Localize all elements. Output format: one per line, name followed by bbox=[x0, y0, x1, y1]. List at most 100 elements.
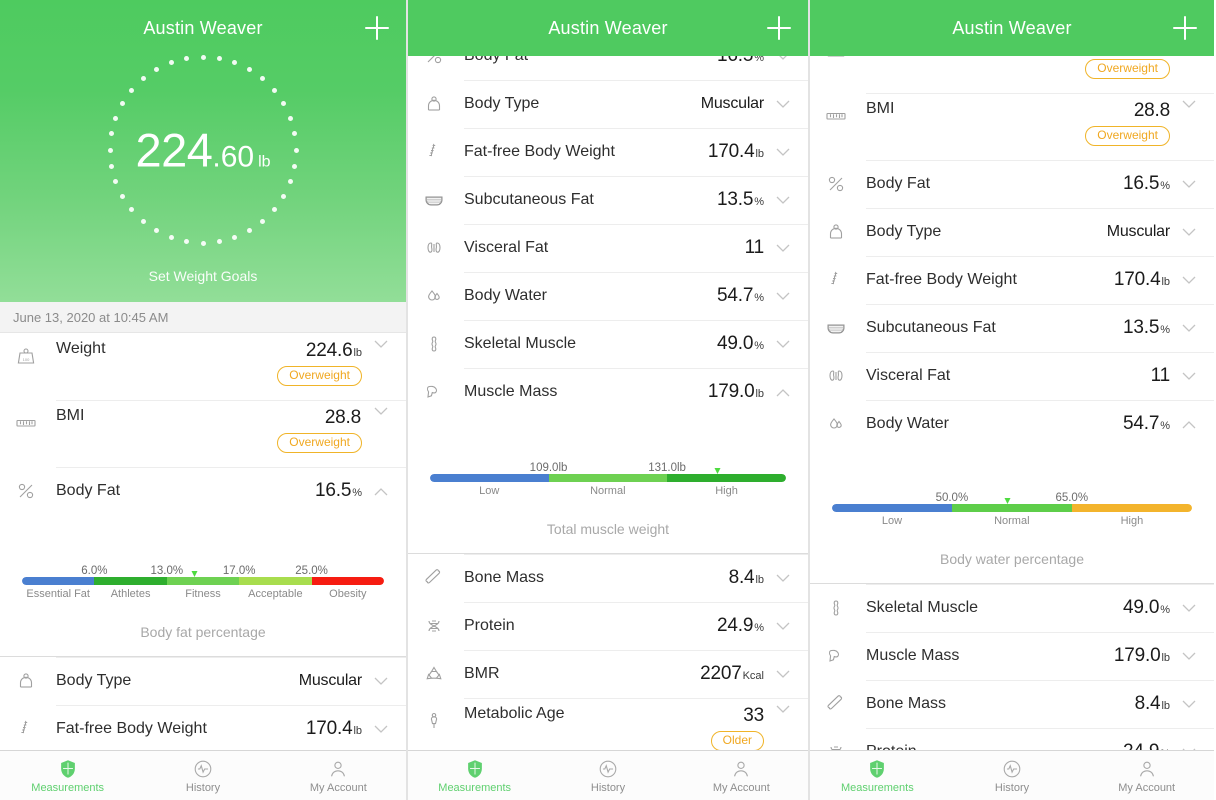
row-label: Bone Mass bbox=[464, 569, 545, 586]
chart-caption: Total muscle weight bbox=[546, 521, 670, 537]
row-right: Muscular bbox=[1107, 223, 1171, 241]
row-visceral-fat[interactable]: Visceral Fat 11 bbox=[810, 352, 1214, 400]
plus-icon[interactable] bbox=[362, 13, 392, 43]
chevron-down-icon[interactable] bbox=[370, 407, 392, 416]
spine-icon bbox=[14, 717, 56, 741]
scale-tick-label: 17.0% bbox=[222, 565, 256, 577]
tab-measurements[interactable]: Measurements bbox=[408, 751, 541, 800]
scale-wrapper: 6.0% 13.0% 17.0% 25.0% Essential Fat Athlete… bbox=[22, 561, 384, 604]
row-body-fat[interactable]: Body Fat 16.5 % bbox=[408, 56, 808, 80]
chevron-down-icon[interactable] bbox=[1178, 100, 1200, 109]
chevron-down-icon[interactable] bbox=[1178, 276, 1200, 285]
row-body-water[interactable]: Body Water 54.7 % bbox=[408, 272, 808, 320]
row-unit: % bbox=[1160, 604, 1170, 616]
row-bone-mass[interactable]: Bone Mass 8.4 lb bbox=[408, 554, 808, 602]
row-protein[interactable]: Protein 24.9 % bbox=[408, 602, 808, 650]
chevron-down-icon[interactable] bbox=[772, 340, 794, 349]
plus-icon[interactable] bbox=[1170, 13, 1200, 43]
row-value: 179.0 bbox=[707, 381, 755, 402]
tab-history[interactable]: History bbox=[541, 751, 674, 800]
chevron-down-icon[interactable] bbox=[1178, 652, 1200, 661]
chevron-down-icon[interactable] bbox=[772, 622, 794, 631]
row-right: Muscular bbox=[298, 672, 363, 690]
scroll-area-2[interactable]: Body Fat 16.5 % bbox=[408, 56, 808, 750]
row-body-fat[interactable]: Body Fat 16.5 % bbox=[810, 160, 1214, 208]
row-muscle-mass[interactable]: Muscle Mass 179.0 lb bbox=[810, 632, 1214, 680]
weight-integer: 224 bbox=[135, 123, 213, 177]
row-value: Muscular bbox=[298, 672, 363, 689]
plus-icon[interactable] bbox=[764, 13, 794, 43]
chevron-down-icon[interactable] bbox=[772, 196, 794, 205]
fat-layer-icon bbox=[824, 316, 866, 340]
row-weight[interactable]: 100 Weight 224.6 lb Overweight bbox=[810, 56, 1214, 93]
bone-icon bbox=[824, 692, 866, 716]
row-bmi[interactable]: BMI 28.8 Overweight bbox=[0, 400, 406, 467]
measurement-list-1: 100 Weight 224.6 lb Overweight BMI 28.8 … bbox=[0, 333, 406, 753]
chevron-down-icon[interactable] bbox=[772, 705, 794, 714]
set-weight-goals-link[interactable]: Set Weight Goals bbox=[0, 268, 406, 284]
chevron-down-icon[interactable] bbox=[1178, 700, 1200, 709]
row-protein[interactable]: Protein 24.9 % bbox=[810, 728, 1214, 750]
row-bone-mass[interactable]: Bone Mass 8.4 lb bbox=[810, 680, 1214, 728]
row-bmr[interactable]: BMR 2207 Kcal bbox=[408, 650, 808, 698]
person-icon bbox=[730, 758, 752, 780]
row-fat-free-body-weight[interactable]: Fat-free Body Weight 170.4 lb bbox=[810, 256, 1214, 304]
chevron-down-icon[interactable] bbox=[1178, 324, 1200, 333]
chevron-down-icon[interactable] bbox=[772, 148, 794, 157]
row-right: 16.5 % bbox=[315, 480, 362, 502]
chevron-up-icon[interactable] bbox=[370, 487, 392, 496]
chevron-down-icon[interactable] bbox=[772, 670, 794, 679]
row-body-water[interactable]: Body Water 54.7 % bbox=[810, 400, 1214, 448]
row-right: 170.4 lb bbox=[708, 141, 764, 163]
row-weight[interactable]: 100 Weight 224.6 lb Overweight bbox=[0, 333, 406, 400]
row-body-type[interactable]: Body Type Muscular bbox=[810, 208, 1214, 256]
row-value: Muscular bbox=[700, 95, 765, 112]
row-body-fat[interactable]: Body Fat 16.5 % bbox=[0, 467, 406, 515]
tab-my-account[interactable]: My Account bbox=[271, 751, 406, 800]
chevron-up-icon[interactable] bbox=[1178, 420, 1200, 429]
tab-history[interactable]: History bbox=[945, 751, 1080, 800]
row-subcutaneous-fat[interactable]: Subcutaneous Fat 13.5 % bbox=[408, 176, 808, 224]
scale-segment-labels: Low Normal High bbox=[430, 485, 786, 501]
chevron-up-icon[interactable] bbox=[772, 388, 794, 397]
scroll-area-3[interactable]: 100 Weight 224.6 lb Overweight bbox=[810, 56, 1214, 750]
dial-dot bbox=[287, 115, 293, 121]
row-fat-free-body-weight[interactable]: Fat-free Body Weight 170.4 lb bbox=[0, 705, 406, 753]
chevron-down-icon[interactable] bbox=[772, 56, 794, 61]
percent-icon bbox=[824, 172, 866, 196]
row-muscle-mass[interactable]: Muscle Mass 179.0 lb bbox=[408, 368, 808, 416]
row-unit: lb bbox=[1161, 652, 1170, 664]
chevron-down-icon[interactable] bbox=[370, 677, 392, 686]
chevron-down-icon[interactable] bbox=[772, 100, 794, 109]
row-body-type[interactable]: Body Type Muscular bbox=[0, 657, 406, 705]
tab-my-account[interactable]: My Account bbox=[675, 751, 808, 800]
row-visceral-fat[interactable]: Visceral Fat 11 bbox=[408, 224, 808, 272]
chevron-down-icon[interactable] bbox=[370, 725, 392, 734]
chevron-down-icon[interactable] bbox=[370, 340, 392, 349]
dial-dot bbox=[216, 239, 222, 245]
chevron-down-icon[interactable] bbox=[772, 244, 794, 253]
row-right: 11 bbox=[1151, 365, 1171, 387]
chevron-down-icon[interactable] bbox=[1178, 180, 1200, 189]
tab-my-account[interactable]: My Account bbox=[1079, 751, 1214, 800]
chevron-down-icon[interactable] bbox=[772, 574, 794, 583]
row-skeletal-muscle[interactable]: Skeletal Muscle 49.0 % bbox=[810, 584, 1214, 632]
chevron-down-icon[interactable] bbox=[1178, 372, 1200, 381]
chevron-down-icon[interactable] bbox=[1178, 228, 1200, 237]
panel-measurements-top: Austin Weaver 224.60 lb Set Weight Goals … bbox=[0, 0, 406, 800]
chevron-down-icon[interactable] bbox=[772, 292, 794, 301]
row-subcutaneous-fat[interactable]: Subcutaneous Fat 13.5 % bbox=[810, 304, 1214, 352]
row-metabolic-age[interactable]: Metabolic Age 33 Older bbox=[408, 698, 808, 750]
row-bmi[interactable]: BMI 28.8 Overweight bbox=[810, 93, 1214, 160]
tab-measurements[interactable]: Measurements bbox=[0, 751, 135, 800]
chevron-down-icon[interactable] bbox=[1178, 604, 1200, 613]
dial-dot bbox=[154, 228, 159, 234]
tab-measurements[interactable]: Measurements bbox=[810, 751, 945, 800]
tab-history[interactable]: History bbox=[135, 751, 270, 800]
scale-segment-label: Low bbox=[479, 485, 500, 497]
row-fat-free-body-weight[interactable]: Fat-free Body Weight 170.4 lb bbox=[408, 128, 808, 176]
row-skeletal-muscle[interactable]: Skeletal Muscle 49.0 % bbox=[408, 320, 808, 368]
row-body-type[interactable]: Body Type Muscular bbox=[408, 80, 808, 128]
tab-label: My Account bbox=[309, 781, 367, 794]
scale-segment bbox=[430, 474, 549, 482]
